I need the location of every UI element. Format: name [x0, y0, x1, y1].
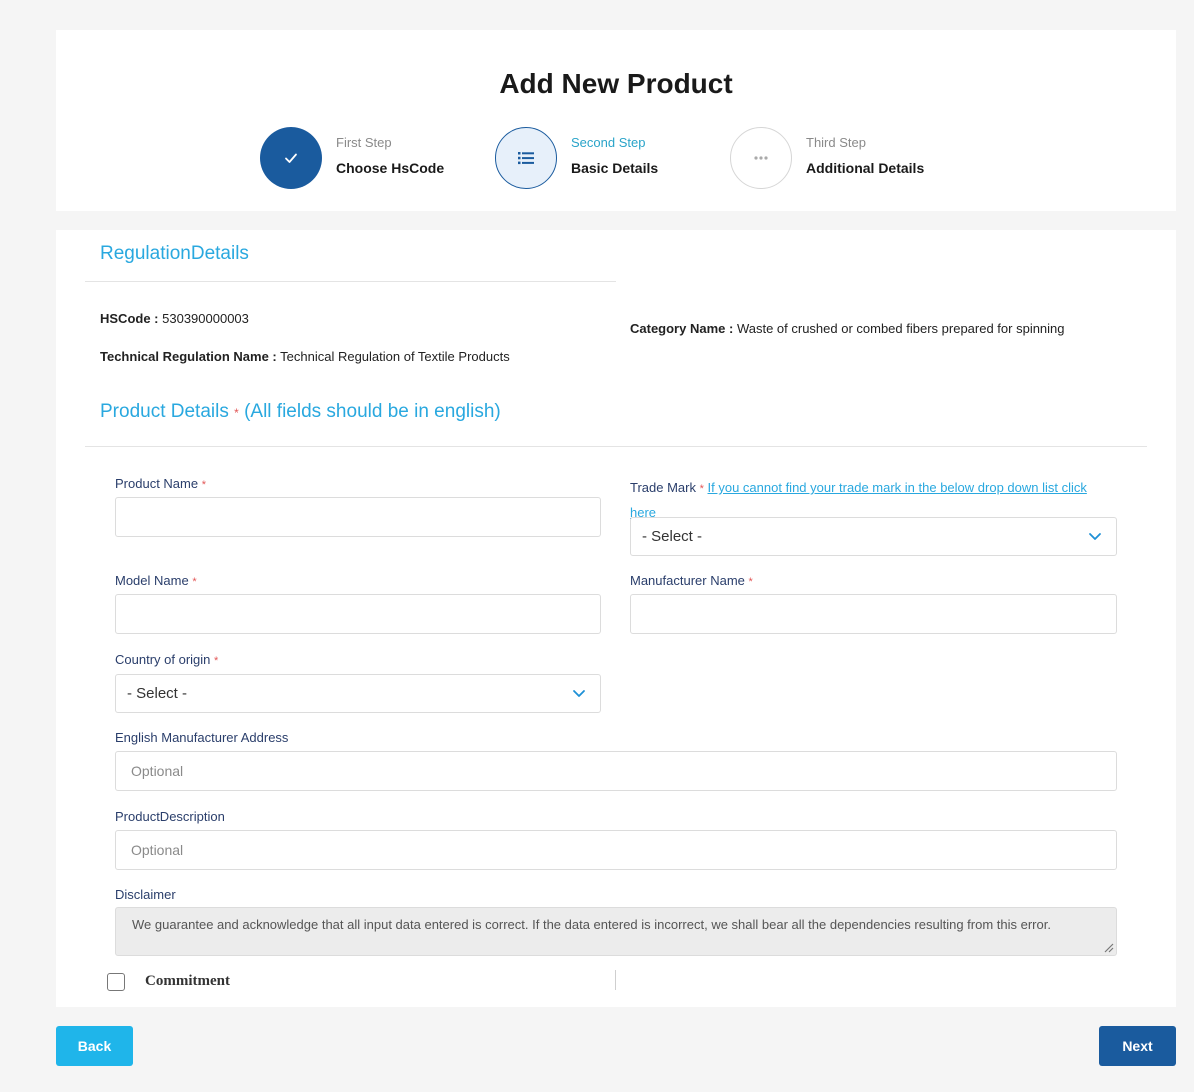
chevron-down-icon: [1089, 533, 1101, 540]
product-name-label-text: Product Name: [115, 476, 199, 491]
trade-mark-help-link[interactable]: If you cannot find your trade mark in th…: [708, 480, 1087, 495]
required-mark: *: [748, 576, 753, 588]
tech-regulation-label: Technical Regulation Name :: [100, 349, 277, 364]
required-mark: *: [201, 479, 206, 491]
country-selected: - Select -: [127, 685, 188, 702]
divider: [85, 446, 1147, 447]
address-input[interactable]: [116, 752, 1116, 790]
disclaimer-text: We guarantee and acknowledge that all in…: [132, 917, 1051, 932]
product-name-label: Product Name *: [115, 476, 206, 491]
back-button[interactable]: Back: [56, 1026, 133, 1066]
hscode-label: HSCode :: [100, 311, 159, 326]
regulation-details-title: RegulationDetails: [100, 243, 249, 264]
tech-regulation-info: Technical Regulation Name : Technical Re…: [100, 349, 510, 364]
manufacturer-name-field[interactable]: [630, 594, 1117, 634]
next-button[interactable]: Next: [1099, 1026, 1176, 1066]
divider: [85, 281, 616, 282]
category-info: Category Name : Waste of crushed or comb…: [630, 321, 1065, 336]
step-label-small: Second Step: [571, 135, 646, 150]
page-title: Add New Product: [499, 68, 733, 99]
disclaimer-textarea: We guarantee and acknowledge that all in…: [115, 907, 1117, 956]
step-label-small: First Step: [336, 135, 392, 150]
address-field[interactable]: [115, 751, 1117, 791]
step-circle-done: [260, 127, 322, 189]
manufacturer-name-label-text: Manufacturer Name: [630, 573, 745, 588]
product-details-title: Product Details * (All fields should be …: [100, 401, 501, 423]
country-of-origin-label: Country of origin *: [115, 652, 218, 667]
model-name-field[interactable]: [115, 594, 601, 634]
step-label-small: Third Step: [806, 135, 866, 150]
required-mark: *: [234, 406, 239, 420]
hscode-info: HSCode : 530390000003: [100, 311, 249, 326]
model-name-input[interactable]: [116, 595, 600, 633]
description-field[interactable]: [115, 830, 1117, 870]
form-card: RegulationDetails HSCode : 530390000003 …: [56, 230, 1176, 1007]
divider: [615, 970, 616, 990]
stepper-card: Add New Product First Step Choose HsCode…: [56, 30, 1176, 211]
trade-mark-selected: - Select -: [642, 528, 703, 545]
required-mark: *: [699, 483, 704, 495]
manufacturer-name-input[interactable]: [631, 595, 1116, 633]
check-icon: [285, 153, 297, 163]
model-name-label: Model Name *: [115, 573, 197, 588]
country-of-origin-select[interactable]: - Select -: [115, 674, 601, 713]
english-note: (All fields should be in english): [244, 401, 501, 422]
category-value: Waste of crushed or combed fibers prepar…: [736, 321, 1065, 336]
product-name-field[interactable]: [115, 497, 601, 537]
product-name-input[interactable]: [116, 498, 600, 536]
trade-mark-select[interactable]: - Select -: [630, 517, 1117, 556]
chevron-down-icon: [573, 690, 585, 697]
disclaimer-label: Disclaimer: [115, 887, 176, 902]
description-input[interactable]: [116, 831, 1116, 869]
step-label-big: Additional Details: [806, 160, 925, 176]
country-of-origin-label-text: Country of origin: [115, 652, 211, 667]
required-mark: *: [214, 655, 219, 667]
step-label-big: Choose HsCode: [336, 160, 445, 176]
trade-mark-label-text: Trade Mark: [630, 480, 696, 495]
category-label: Category Name :: [630, 321, 734, 336]
manufacturer-name-label: Manufacturer Name *: [630, 573, 753, 588]
address-label: English Manufacturer Address: [115, 730, 289, 745]
dots-icon: [754, 156, 768, 160]
description-label: ProductDescription: [115, 809, 225, 824]
required-mark: *: [192, 576, 197, 588]
step-circle-pending: [730, 127, 792, 189]
model-name-label-text: Model Name: [115, 573, 189, 588]
step-circle-active: [495, 127, 557, 189]
resize-handle-icon[interactable]: [1102, 941, 1114, 953]
commitment-label: Commitment: [145, 973, 230, 989]
tech-regulation-value: Technical Regulation of Textile Products: [280, 349, 510, 364]
step-label-big: Basic Details: [571, 160, 659, 176]
list-icon: [518, 152, 534, 165]
product-details-heading: Product Details: [100, 401, 229, 422]
hscode-value: 530390000003: [162, 311, 249, 326]
commitment-checkbox[interactable]: [107, 973, 125, 991]
